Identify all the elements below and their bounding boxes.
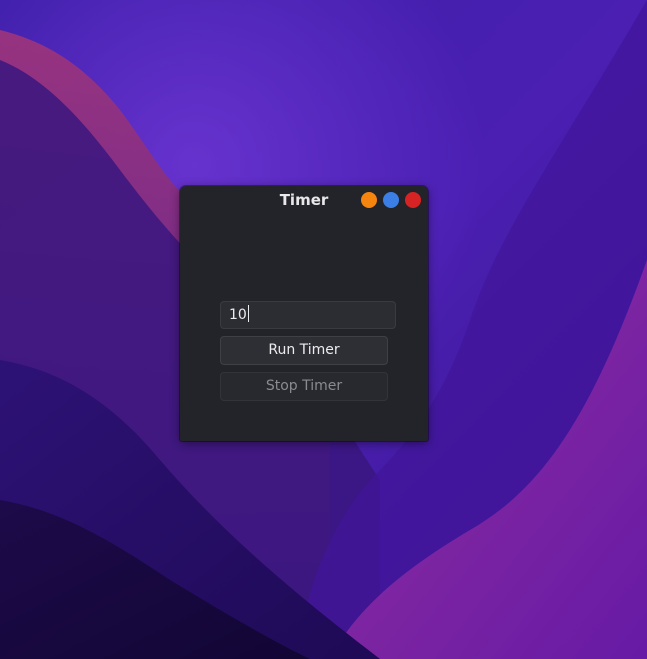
seconds-input-value: 10 [229,307,247,323]
minimize-button[interactable] [361,192,377,208]
maximize-button[interactable] [383,192,399,208]
timer-window: Timer 10 Run Timer Stop Timer [180,186,428,441]
text-caret [247,305,249,322]
run-timer-button[interactable]: Run Timer [220,336,388,365]
desktop-background: Timer 10 Run Timer Stop Timer [0,0,647,659]
close-button[interactable] [405,192,421,208]
seconds-input[interactable]: 10 [220,301,396,329]
stop-timer-button[interactable]: Stop Timer [220,372,388,401]
title-bar[interactable]: Timer [180,186,428,214]
